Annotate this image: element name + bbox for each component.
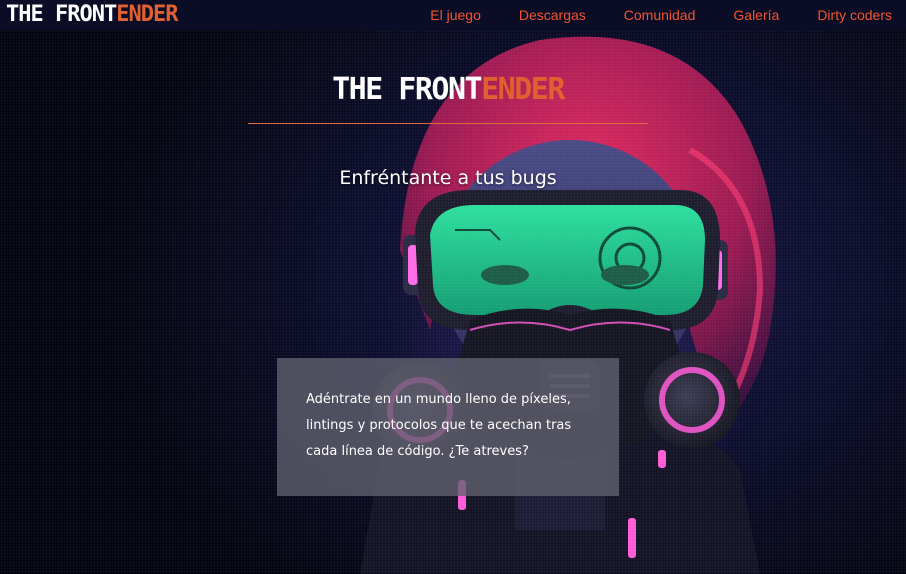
hero-title-logo: THE FRONTENDER	[248, 72, 648, 107]
nav-link-galeria[interactable]: Galería	[733, 7, 779, 23]
intro-card: Adéntrate en un mundo lleno de píxeles, …	[277, 358, 619, 496]
nav-link-comunidad[interactable]: Comunidad	[624, 7, 696, 23]
intro-text: Adéntrate en un mundo lleno de píxeles, …	[306, 392, 572, 459]
brand-logo-text-orange: ENDER	[116, 2, 178, 27]
hero-subtitle: Enfréntante a tus bugs	[339, 167, 557, 189]
nav-links: El juego Descargas Comunidad Galería Dir…	[430, 7, 892, 23]
nav-link-el-juego[interactable]: El juego	[430, 7, 481, 23]
hero-title-text-orange: ENDER	[481, 72, 565, 107]
nav-link-dirty-coders[interactable]: Dirty coders	[817, 7, 892, 23]
brand-logo[interactable]: THE FRONTENDER	[6, 0, 178, 30]
hero-title-text-white: THE FRONT	[332, 72, 483, 107]
nav-link-descargas[interactable]: Descargas	[519, 7, 586, 23]
hero-divider	[248, 123, 648, 124]
top-navbar: THE FRONTENDER El juego Descargas Comuni…	[0, 0, 906, 30]
hero-section: THE FRONTENDER Enfréntante a tus bugs Ad…	[0, 30, 906, 574]
brand-logo-text-white: THE FRONT	[6, 2, 117, 27]
